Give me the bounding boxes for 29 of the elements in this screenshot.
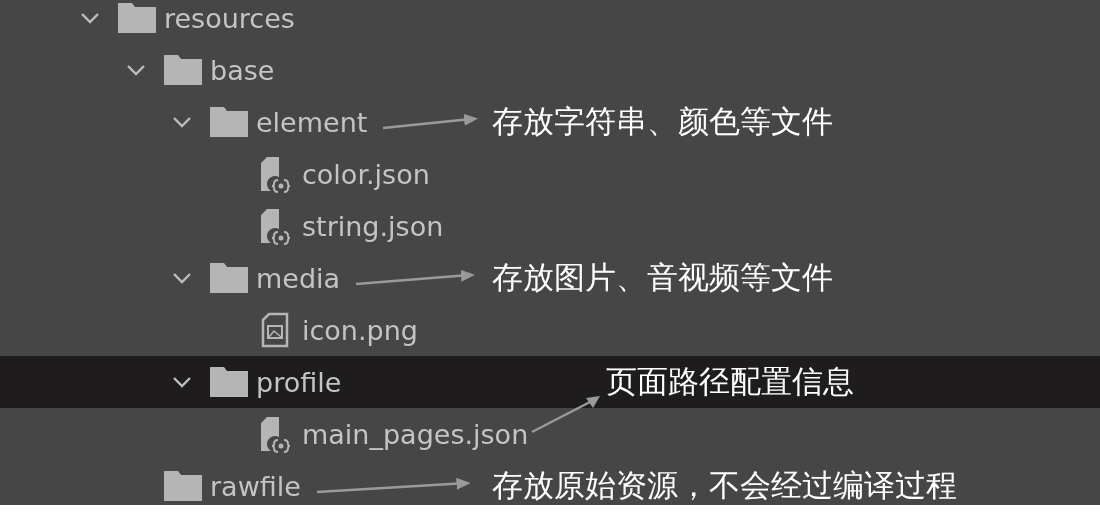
chevron-down-icon[interactable] [172,376,192,388]
annotation: 存放图片、音视频等文件 [492,259,833,295]
item-label[interactable]: color.json [302,158,430,190]
json-file-icon [259,415,291,453]
item-label[interactable]: media [256,262,341,294]
folder-icon [164,55,202,85]
chevron-down-icon[interactable] [126,64,146,76]
folder-icon [210,367,248,397]
item-label[interactable]: main_pages.json [302,418,529,450]
json-file-icon [259,155,291,193]
annotation: 存放字符串、颜色等文件 [492,103,833,139]
item-label[interactable]: base [210,54,275,86]
chevron-down-icon[interactable] [80,12,100,24]
item-label[interactable]: icon.png [302,314,418,346]
json-file-icon [259,207,291,245]
annotation: 存放原始资源，不会经过编译过程 [492,467,957,503]
item-label[interactable]: resources [164,2,295,34]
folder-icon [210,263,248,293]
folder-icon [164,471,202,501]
folder-icon [210,107,248,137]
item-label[interactable]: element [256,106,368,138]
item-label[interactable]: rawfile [210,470,301,502]
folder-icon [118,3,156,33]
chevron-down-icon[interactable] [172,116,192,128]
chevron-down-icon[interactable] [172,272,192,284]
image-file-icon [261,312,289,348]
annotation: 页面路径配置信息 [606,362,855,401]
item-label[interactable]: string.json [302,210,444,242]
item-label[interactable]: profile [256,366,342,398]
